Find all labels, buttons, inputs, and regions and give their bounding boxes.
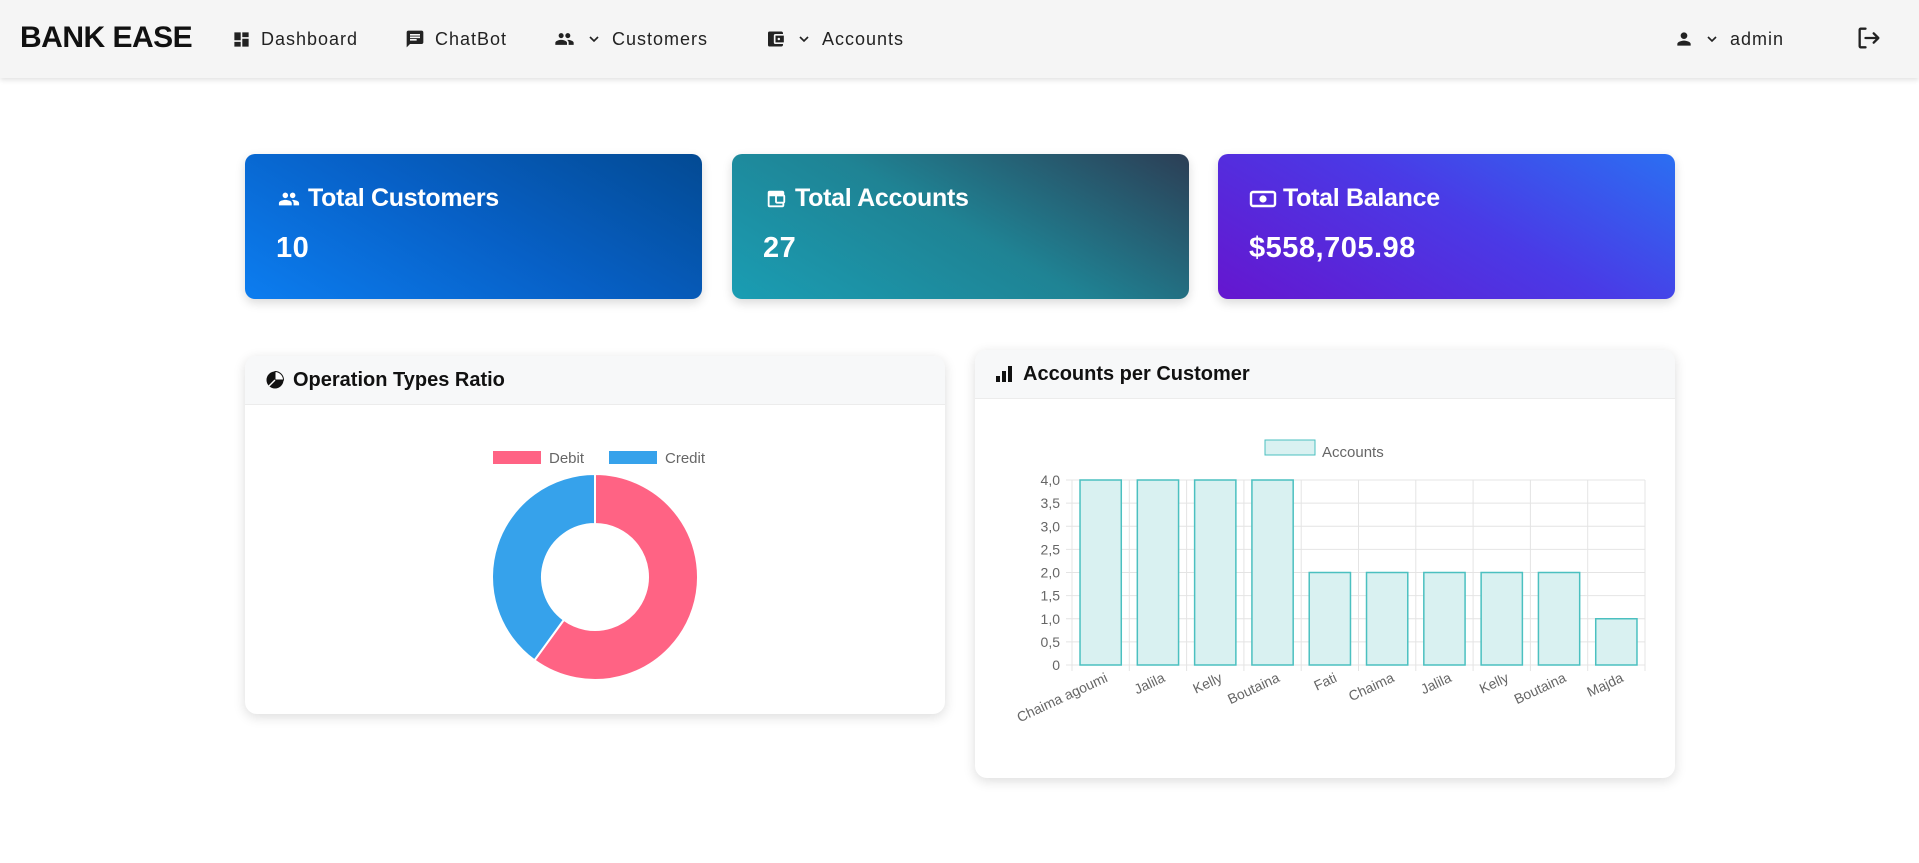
x-tick-label: Boutaina	[1511, 669, 1568, 707]
x-tick-label: Chaima agoumi	[1014, 669, 1110, 725]
bar-7	[1480, 571, 1524, 666]
people-icon	[278, 192, 300, 205]
stat-value: $558,705.98	[1249, 232, 1416, 264]
bar-2	[1193, 479, 1237, 666]
x-tick-label: Chaima	[1346, 669, 1397, 704]
nav-chatbot-label: ChatBot	[435, 28, 508, 49]
dashboard-icon	[234, 31, 249, 47]
nav-customers[interactable]: Customers	[553, 26, 708, 52]
bar-0	[1079, 479, 1123, 666]
legend-label-accounts: Accounts	[1322, 444, 1384, 461]
legend-label-debit: Debit	[549, 450, 585, 467]
money-icon	[1249, 190, 1277, 207]
x-tick-label: Boutaina	[1225, 669, 1282, 707]
legend-swatch-credit	[609, 451, 657, 464]
nav-accounts-label: Accounts	[822, 28, 905, 49]
bar-8	[1537, 571, 1581, 666]
legend-swatch-accounts	[1264, 439, 1316, 456]
user-icon	[1677, 32, 1691, 46]
operation-types-chart: Debit Credit	[491, 450, 706, 681]
stat-value: 27	[763, 232, 797, 264]
x-tick-label: Jalila	[1418, 669, 1454, 697]
x-tick-label: Jalila	[1132, 669, 1168, 697]
chat-icon	[406, 30, 424, 48]
x-tick-label: Kelly	[1477, 669, 1511, 696]
stat-title: Total Accounts	[795, 184, 969, 212]
y-tick-label: 1,0	[1041, 611, 1061, 627]
bar-chart-icon	[996, 366, 1012, 382]
people-icon	[555, 33, 574, 45]
chevron-down-icon[interactable]	[586, 31, 602, 47]
chevron-down-icon[interactable]	[1704, 31, 1720, 47]
user-name: admin	[1730, 28, 1785, 49]
operation-types-panel: Operation Types Ratio Debit Credit	[245, 356, 945, 714]
panel-title: Accounts per Customer	[1023, 362, 1250, 385]
x-tick-label: Majda	[1584, 669, 1626, 700]
y-tick-label: 2,0	[1041, 565, 1061, 581]
stat-value: 10	[276, 232, 310, 264]
bar-4	[1308, 571, 1352, 666]
brand-logo[interactable]: BANK EASE	[20, 21, 193, 55]
y-tick-label: 3,5	[1041, 495, 1061, 511]
y-tick-label: 2,5	[1041, 541, 1061, 557]
stat-title: Total Balance	[1283, 184, 1440, 212]
nav-chatbot[interactable]: ChatBot	[405, 26, 507, 52]
stat-card-total-customers: Total Customers 10	[245, 154, 702, 299]
stat-card-total-balance: Total Balance $558,705.98	[1218, 154, 1675, 299]
nav-dashboard[interactable]: Dashboard	[232, 26, 358, 52]
accounts-per-customer-chart: Accounts 0 0,5 1,0 1,5 2,0 2,5 3,0 3,5 4,0 Chaima …	[1014, 439, 1646, 725]
y-tick-label: 3,0	[1041, 518, 1061, 534]
nav-dashboard-label: Dashboard	[261, 28, 359, 49]
x-tick-label: Kelly	[1190, 669, 1224, 696]
bar-1	[1136, 479, 1180, 666]
x-tick-label: Fati	[1311, 669, 1339, 693]
y-tick-label: 0,5	[1041, 634, 1061, 650]
accounts-per-customer-panel: Accounts per Customer Accounts 0 0,5 1,0 1,5…	[975, 350, 1675, 778]
y-tick-label: 4,0	[1041, 472, 1061, 488]
chevron-down-icon[interactable]	[796, 31, 812, 47]
nav-accounts[interactable]: Accounts	[765, 26, 904, 52]
bar-9	[1594, 618, 1638, 666]
logout-button[interactable]	[1855, 24, 1883, 57]
wallet-icon	[768, 31, 784, 47]
legend-label-credit: Credit	[665, 450, 706, 467]
user-menu[interactable]: admin	[1674, 26, 1784, 52]
stat-card-total-accounts: Total Accounts 27	[732, 154, 1189, 299]
bar-3	[1251, 479, 1294, 666]
y-tick-label: 0	[1052, 657, 1060, 673]
navbar: BANK EASE Dashboard ChatBot Customers Ac…	[0, 0, 1919, 78]
pie-chart-icon	[266, 370, 285, 389]
bar-6	[1423, 571, 1466, 666]
nav-customers-label: Customers	[612, 28, 709, 49]
panel-title: Operation Types Ratio	[293, 368, 505, 391]
y-tick-label: 1,5	[1041, 588, 1061, 604]
bar-5	[1365, 571, 1409, 666]
panel-header: Accounts per Customer	[975, 350, 1675, 399]
legend-swatch-debit	[493, 451, 541, 464]
stat-title: Total Customers	[308, 184, 499, 212]
logout-icon	[1858, 27, 1880, 49]
panel-header: Operation Types Ratio	[245, 356, 945, 405]
wallet-icon	[767, 190, 786, 207]
